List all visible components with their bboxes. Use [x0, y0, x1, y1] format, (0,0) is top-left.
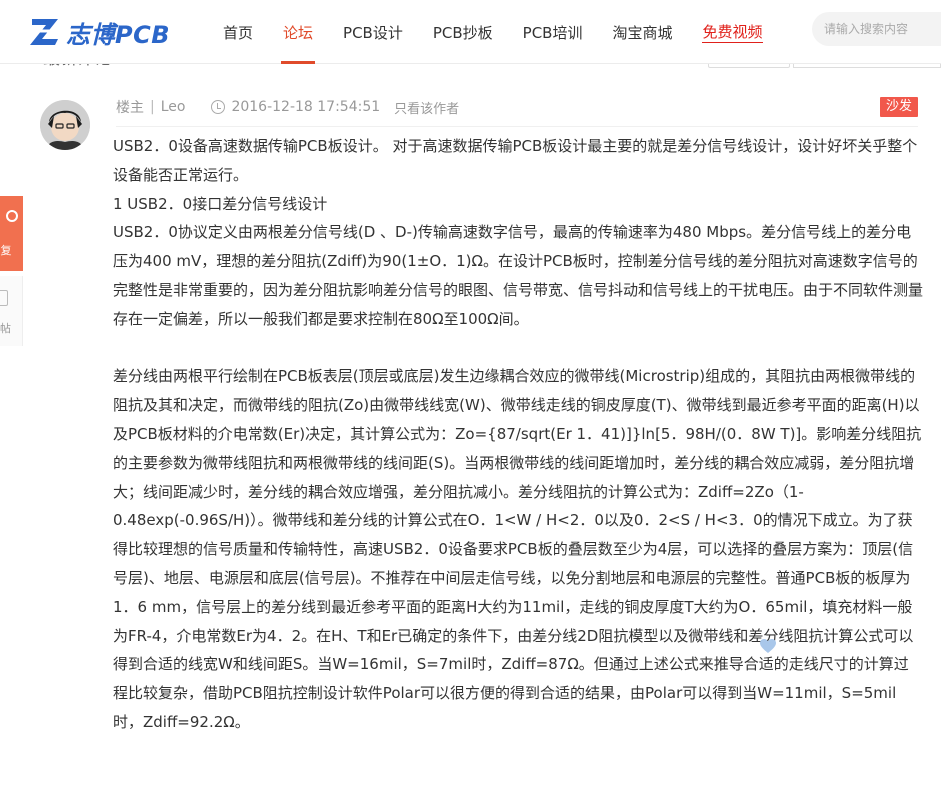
avatar-image: [40, 100, 90, 150]
free-video-label: 免费视频: [702, 23, 763, 43]
only-author-link[interactable]: 只看该作者: [394, 98, 459, 117]
floor-label: 楼主: [116, 100, 144, 116]
search-input[interactable]: [812, 12, 941, 46]
reply-icon: [5, 210, 18, 222]
edit-icon: [0, 290, 8, 306]
reply-side-tab[interactable]: 复: [0, 196, 23, 271]
nav-item-pcb-copy[interactable]: PCB抄板: [418, 0, 508, 64]
post-paragraph-usb: USB2．0协议定义由两根差分信号线(D 、D-)传输高速数字信号，最高的传输速…: [113, 223, 924, 328]
post-meta: 楼主 | Leo 2016-12-18 17:54:51 只看该作者: [116, 97, 459, 117]
logo-z-icon: [30, 19, 58, 45]
meta-separator: |: [150, 99, 155, 115]
meta-divider: [116, 126, 918, 127]
clock-icon: [211, 100, 226, 114]
avatar[interactable]: [40, 100, 90, 150]
post-time: 2016-12-18 17:54:51: [231, 99, 381, 115]
post-side-tab[interactable]: 帖: [0, 276, 23, 346]
post-paragraph-diff: 差分线由两根平行绘制在PCB板表层(顶层或底层)发生边缘耦合效应的微带线(Mic…: [113, 367, 922, 731]
nav-item-free-video[interactable]: 免费视频: [687, 0, 777, 64]
author-name[interactable]: Leo: [161, 99, 186, 115]
post-content: USB2．0设备高速数据传输PCB板设计。 对于高速数据传输PCB板设计最主要的…: [113, 132, 923, 737]
site-logo[interactable]: 志博PCB: [28, 12, 170, 52]
main-nav: 首页 论坛 PCB设计 PCB抄板 PCB培训 淘宝商城 免费视频: [208, 0, 778, 64]
nav-item-forum[interactable]: 论坛: [268, 0, 328, 64]
logo-text: 志博PCB: [66, 20, 170, 49]
nav-item-pcb-training[interactable]: PCB培训: [508, 0, 598, 64]
nav-item-pcb-design[interactable]: PCB设计: [328, 0, 418, 64]
nav-item-taobao-mall[interactable]: 淘宝商城: [597, 0, 687, 64]
post-side-label: 帖: [0, 322, 11, 335]
reply-side-label: 复: [0, 244, 12, 257]
post-paragraph-intro: USB2．0设备高速数据传输PCB板设计。 对于高速数据传输PCB板设计最主要的…: [113, 137, 918, 184]
nav-item-home[interactable]: 首页: [208, 0, 268, 64]
top-navbar: 志博PCB 首页 论坛 PCB设计 PCB抄板 PCB培训 淘宝商城 免费视频: [0, 0, 941, 64]
heart-icon[interactable]: [759, 638, 777, 654]
post-paragraph-heading: 1 USB2．0接口差分信号线设计: [113, 194, 328, 213]
floor-badge: 沙发: [880, 97, 918, 117]
